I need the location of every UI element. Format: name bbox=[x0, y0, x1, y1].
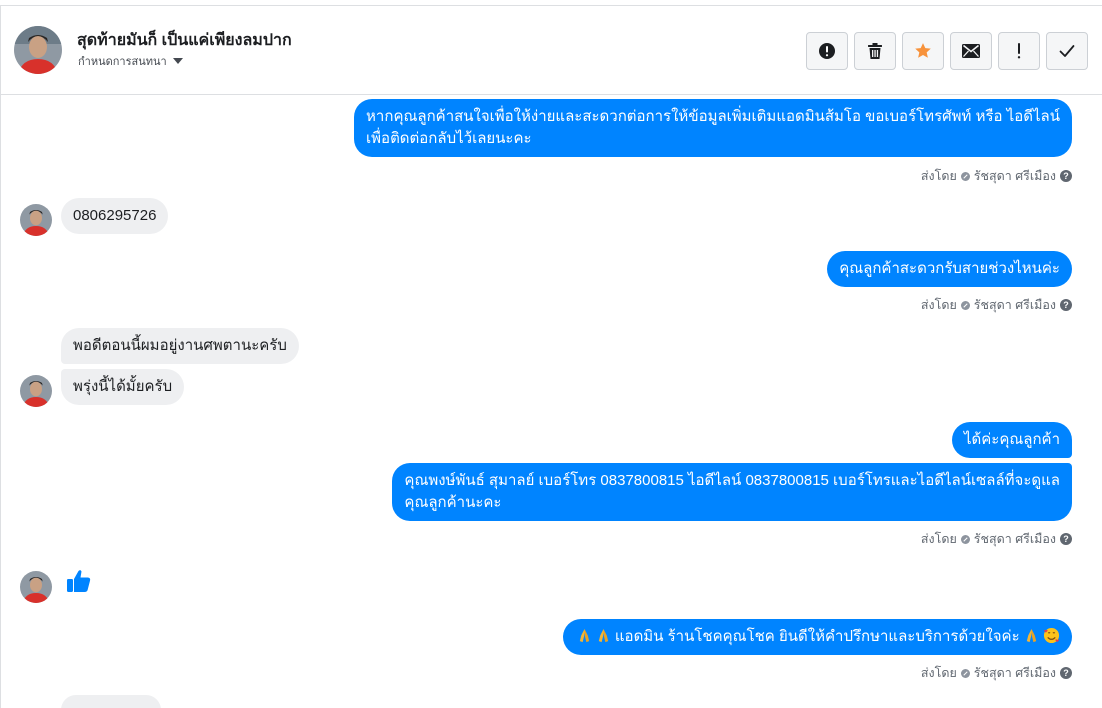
message-line: หากคุณลูกค้าสนใจเพื่อให้ง่ายและสะดวกต่อก… bbox=[366, 108, 1060, 125]
outgoing-message[interactable]: หากคุณลูกค้าสนใจเพื่อให้ง่ายและสะดวกต่อก… bbox=[354, 99, 1072, 157]
incoming-message[interactable]: พอดีตอนนี้ผมอยู่งานศพตานะครับ bbox=[61, 328, 299, 364]
contact-avatar[interactable] bbox=[14, 26, 62, 74]
sent-status-icon bbox=[960, 668, 970, 678]
folded-hands-emoji bbox=[1026, 628, 1037, 643]
smiling-face-with-hearts-emoji bbox=[1043, 627, 1060, 644]
message-line: คุณพงษ์พันธ์ สุมาลย์ เบอร์โทร 0837800815… bbox=[404, 472, 1060, 489]
help-icon[interactable]: ? bbox=[1060, 533, 1072, 545]
sent-by-prefix: ส่งโดย bbox=[920, 666, 957, 680]
alert-circle-icon bbox=[819, 43, 835, 59]
sent-by-agent: รัชสุดา ศรีเมือง bbox=[973, 169, 1056, 183]
message-line: คุณลูกค้านะคะ bbox=[404, 494, 502, 511]
mark-done-button[interactable] bbox=[1046, 32, 1088, 70]
incoming-message-partial[interactable] bbox=[61, 695, 161, 708]
outgoing-message[interactable]: ได้ค่ะคุณลูกค้า bbox=[951, 422, 1072, 458]
message-line: เพื่อติดต่อกลับไว้เลยนะคะ bbox=[366, 130, 532, 147]
star-button[interactable] bbox=[902, 32, 944, 70]
like-sticker[interactable] bbox=[66, 568, 92, 599]
message-text: แอดมิน ร้านโชคคุณโชค ยินดีให้คำปรึกษาและ… bbox=[614, 628, 1020, 645]
delete-button[interactable] bbox=[854, 32, 896, 70]
star-icon bbox=[915, 43, 931, 58]
help-icon[interactable]: ? bbox=[1060, 667, 1072, 679]
help-icon[interactable]: ? bbox=[1060, 170, 1072, 182]
conversation-actions-toolbar bbox=[806, 32, 1088, 70]
mark-spam-button[interactable] bbox=[806, 32, 848, 70]
sent-by-label: ส่งโดย รัชสุดา ศรีเมือง ? bbox=[921, 663, 1072, 683]
conversation-panel: สุดท้ายมันก็ เป็นแค่เพียงลมปาก กำหนดการส… bbox=[0, 5, 1102, 708]
contact-name: สุดท้ายมันก็ เป็นแค่เพียงลมปาก bbox=[77, 32, 292, 49]
folded-hands-emoji bbox=[598, 628, 608, 643]
envelope-icon bbox=[962, 44, 980, 58]
sent-by-label: ส่งโดย รัชสุดา ศรีเมือง ? bbox=[921, 166, 1072, 186]
sent-by-prefix: ส่งโดย bbox=[920, 169, 957, 183]
sent-by-prefix: ส่งโดย bbox=[920, 298, 957, 312]
trash-icon bbox=[868, 43, 882, 59]
sent-by-agent: รัชสุดา ศรีเมือง bbox=[973, 666, 1056, 680]
sent-by-prefix: ส่งโดย bbox=[920, 532, 957, 546]
folded-hands-emoji bbox=[579, 628, 589, 643]
follow-up-button[interactable] bbox=[998, 32, 1040, 70]
sent-status-icon bbox=[960, 300, 970, 310]
checkmark-icon bbox=[1059, 45, 1075, 57]
incoming-message[interactable]: 0806295726 bbox=[61, 198, 169, 234]
assign-conversation-dropdown[interactable]: กำหนดการสนทนา bbox=[78, 52, 183, 70]
sent-status-icon bbox=[960, 171, 970, 181]
contact-avatar-small[interactable] bbox=[20, 204, 52, 236]
outgoing-message[interactable]: คุณลูกค้าสะดวกรับสายช่วงไหนค่ะ bbox=[827, 251, 1072, 287]
outgoing-message[interactable]: คุณพงษ์พันธ์ สุมาลย์ เบอร์โทร 0837800815… bbox=[392, 463, 1072, 521]
outgoing-message[interactable]: แอดมิน ร้านโชคคุณโชค ยินดีให้คำปรึกษาและ… bbox=[562, 619, 1072, 655]
exclamation-icon bbox=[1017, 43, 1021, 59]
contact-avatar-small[interactable] bbox=[20, 375, 52, 407]
sent-by-label: ส่งโดย รัชสุดา ศรีเมือง ? bbox=[921, 295, 1072, 315]
thumbs-up-icon bbox=[67, 570, 91, 592]
conversation-header: สุดท้ายมันก็ เป็นแค่เพียงลมปาก กำหนดการส… bbox=[1, 6, 1102, 95]
help-icon[interactable]: ? bbox=[1060, 299, 1072, 311]
caret-down-icon bbox=[172, 58, 183, 64]
contact-avatar-small[interactable] bbox=[20, 571, 52, 603]
incoming-message[interactable]: พรุ่งนี้ได้มั้ยครับ bbox=[61, 369, 185, 405]
mark-unread-button[interactable] bbox=[950, 32, 992, 70]
sent-by-label: ส่งโดย รัชสุดา ศรีเมือง ? bbox=[921, 529, 1072, 549]
sent-by-agent: รัชสุดา ศรีเมือง bbox=[973, 298, 1056, 312]
assign-label: กำหนดการสนทนา bbox=[78, 56, 167, 68]
sent-status-icon bbox=[960, 534, 970, 544]
sent-by-agent: รัชสุดา ศรีเมือง bbox=[973, 532, 1056, 546]
message-thread: หากคุณลูกค้าสนใจเพื่อให้ง่ายและสะดวกต่อก… bbox=[1, 96, 1102, 708]
